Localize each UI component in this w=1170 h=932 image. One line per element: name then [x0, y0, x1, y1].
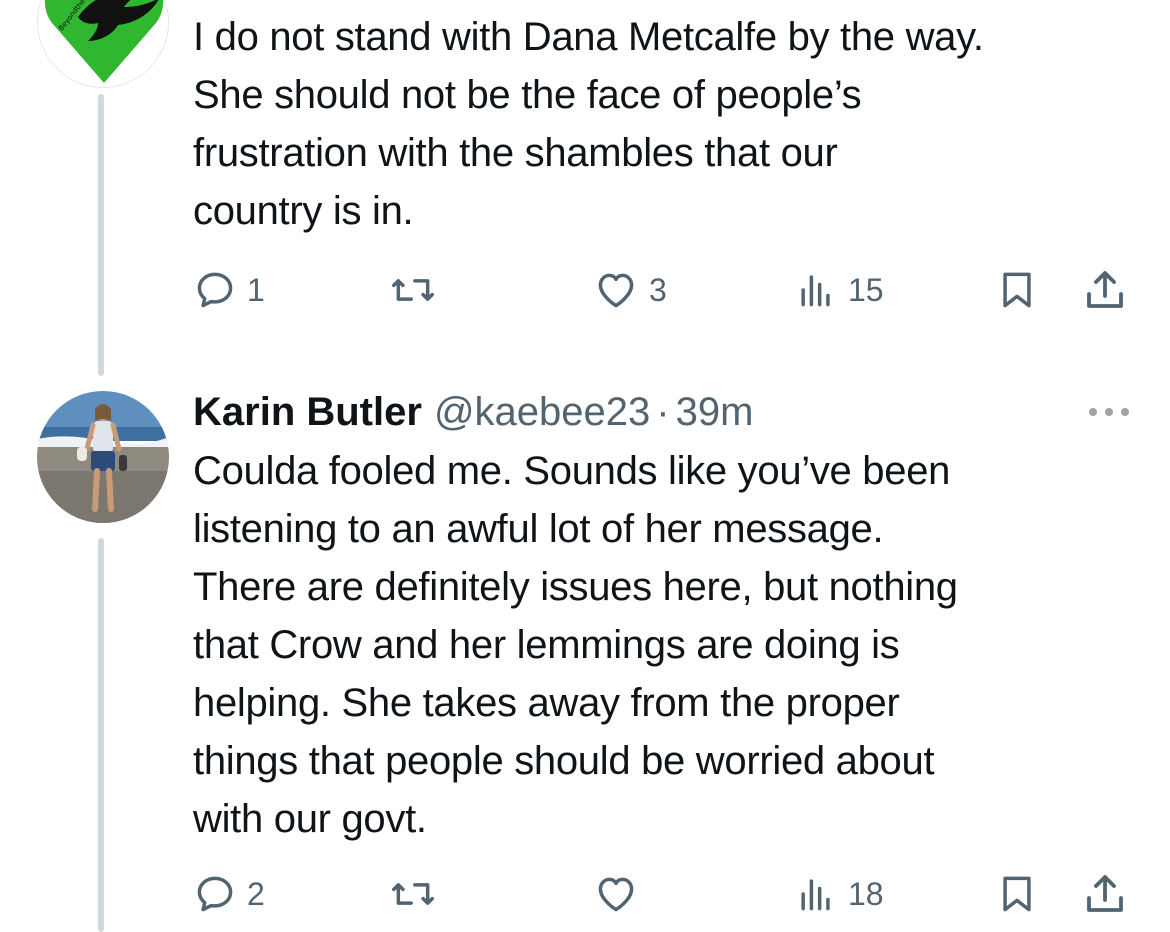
views-bar-chart-icon — [801, 879, 830, 911]
tweet-header: Karin Butler @kaebee23 · 39m — [193, 388, 1133, 436]
heart-icon — [598, 273, 634, 308]
like-button[interactable] — [593, 866, 649, 922]
reply-count: 2 — [247, 875, 265, 912]
bookmark-icon — [1003, 272, 1031, 308]
conversation-thread: Beyondtheelections.NI I do not stand wit… — [0, 0, 1170, 932]
views-count: 15 — [848, 271, 884, 308]
tweet-content: I do not stand with Dana Metcalfe by the… — [193, 8, 1133, 240]
thread-connector-line — [98, 94, 104, 376]
heart-icon — [598, 877, 634, 912]
tweet-actions: 2 18 — [193, 866, 1133, 922]
views-count: 18 — [848, 875, 884, 912]
tweet-text: Coulda fooled me. Sounds like you’ve bee… — [193, 449, 958, 841]
separator-dot: · — [656, 390, 670, 434]
retweet-icon — [392, 279, 434, 301]
author-handle[interactable]: @kaebee23 — [434, 388, 650, 436]
avatar[interactable] — [37, 391, 169, 523]
like-count: 3 — [649, 271, 667, 308]
bookmark-button[interactable] — [995, 866, 1039, 922]
beach-photo-avatar-icon — [37, 391, 169, 523]
more-dots-icon — [1089, 408, 1129, 416]
more-options-button[interactable] — [1085, 394, 1133, 430]
author-name[interactable]: Karin Butler — [193, 388, 422, 436]
tweet-item[interactable]: Beyondtheelections.NI I do not stand wit… — [0, 0, 1170, 376]
green-heart-dove-avatar-icon: Beyondtheelections.NI — [38, 0, 168, 87]
retweet-button[interactable] — [389, 866, 447, 922]
reply-button[interactable]: 1 — [193, 262, 265, 318]
bookmark-button[interactable] — [995, 262, 1039, 318]
avatar[interactable]: Beyondtheelections.NI — [37, 0, 169, 88]
thread-connector-line — [98, 538, 104, 932]
reply-bubble-icon — [197, 272, 233, 308]
share-upload-icon — [1087, 271, 1123, 308]
views-bar-chart-icon — [801, 275, 830, 307]
like-button[interactable]: 3 — [593, 262, 667, 318]
share-upload-icon — [1087, 875, 1123, 912]
views-button[interactable]: 18 — [794, 866, 884, 922]
tweet-content: Karin Butler @kaebee23 · 39m Coulda fool… — [193, 388, 1133, 848]
bookmark-icon — [1003, 876, 1031, 912]
share-button[interactable] — [1081, 262, 1129, 318]
tweet-timestamp[interactable]: 39m — [676, 388, 754, 436]
tweet-text: I do not stand with Dana Metcalfe by the… — [193, 15, 984, 233]
retweet-icon — [392, 883, 434, 905]
reply-button[interactable]: 2 — [193, 866, 265, 922]
tweet-actions: 1 3 15 — [193, 262, 1133, 318]
share-button[interactable] — [1081, 866, 1129, 922]
tweet-item[interactable]: Karin Butler @kaebee23 · 39m Coulda fool… — [0, 372, 1170, 932]
retweet-button[interactable] — [389, 262, 447, 318]
reply-bubble-icon — [197, 876, 233, 912]
views-button[interactable]: 15 — [794, 262, 884, 318]
reply-count: 1 — [247, 271, 265, 308]
